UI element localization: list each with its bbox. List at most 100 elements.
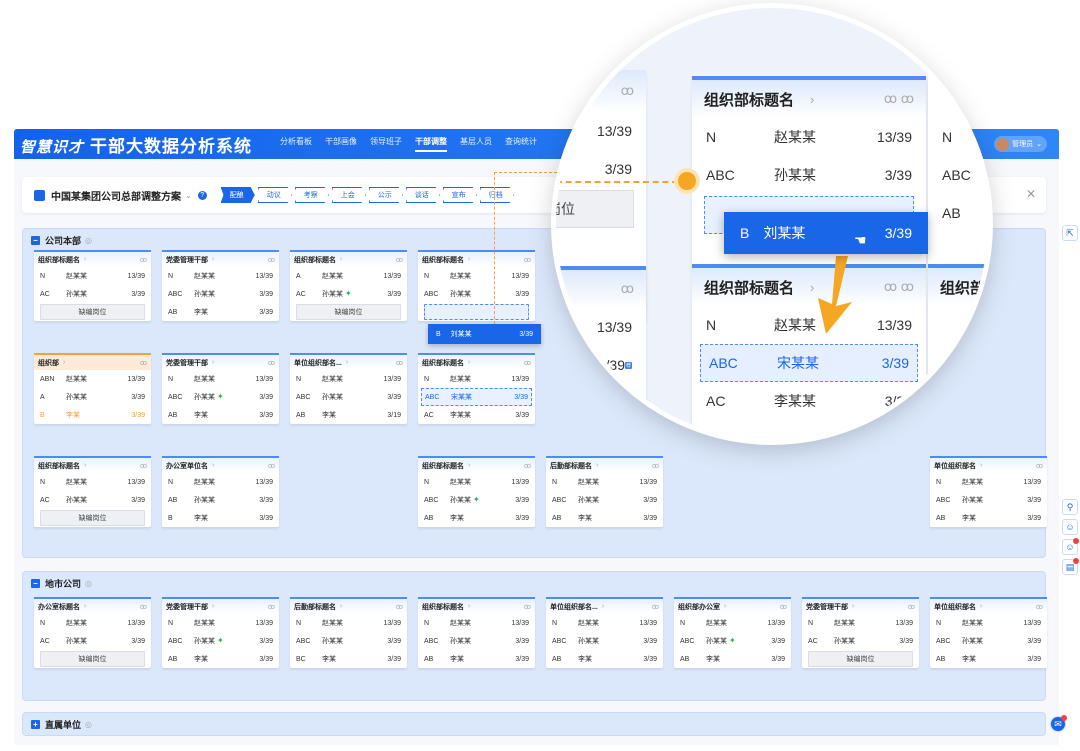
org-card[interactable]: 组织部标题名 › ꝏ N 赵某某 13/39 ABC 孙某某 ✦ 3/39 AB 李某 3/39 bbox=[418, 456, 535, 527]
list-item[interactable]: AC 孙某某 3/39 bbox=[802, 632, 919, 650]
vacancy-slot[interactable]: 缺编岗位 bbox=[808, 651, 913, 667]
step-item[interactable]: 公示 bbox=[368, 187, 403, 203]
step-item[interactable]: 归档 bbox=[479, 187, 514, 203]
document-alert-icon[interactable]: ▤ bbox=[1062, 558, 1079, 575]
nav-item[interactable]: 干部画像 bbox=[325, 136, 357, 152]
list-item[interactable]: ABC 孙某某 ✦ 3/39 bbox=[674, 632, 791, 650]
chat-icon[interactable]: ✉ bbox=[1050, 715, 1067, 732]
vacancy-slot[interactable]: 缺编岗位 bbox=[296, 304, 401, 320]
collapse-icon[interactable]: − bbox=[31, 578, 40, 588]
step-item[interactable]: 谈话 bbox=[405, 187, 440, 203]
person-icon[interactable]: ꝏ bbox=[780, 603, 787, 611]
chevron-right-icon[interactable]: › bbox=[212, 359, 214, 366]
drop-slot[interactable] bbox=[424, 304, 529, 320]
list-item[interactable]: ABN 赵某某 13/39 bbox=[34, 370, 151, 388]
chevron-right-icon[interactable]: › bbox=[84, 462, 86, 469]
list-item[interactable]: N 赵某某 13/39 bbox=[802, 614, 919, 632]
vacancy-slot[interactable]: 缺编岗位 bbox=[40, 304, 145, 320]
chevron-down-icon[interactable]: ⌄ bbox=[185, 191, 192, 200]
list-item[interactable]: N 赵某某 13/39 bbox=[418, 614, 535, 632]
org-card[interactable]: 党委管理干部 › ꝏ N 赵某某 13/39 ABC 孙某某 ✦ 3/39 AB 李某 3/39 bbox=[162, 597, 279, 668]
list-item[interactable]: N 赵某某 13/39 bbox=[290, 370, 407, 388]
step-item[interactable]: 宣布 bbox=[442, 187, 477, 203]
chevron-right-icon[interactable]: › bbox=[980, 462, 982, 469]
list-item[interactable]: ABC 孙某某 3/39 bbox=[546, 491, 663, 509]
org-card[interactable]: 后勤部标题名 › ꝏ N 赵某某 13/39 ABC 孙某某 3/39 BC 李某 3/39 bbox=[290, 597, 407, 668]
chevron-right-icon[interactable]: › bbox=[468, 256, 470, 263]
org-card[interactable]: 单位组织部名 › ꝏ N 赵某某 13/39 ABC 孙某某 3/39 AB 李某 3/39 bbox=[930, 456, 1047, 527]
org-card[interactable]: 党委管理干部 › ꝏ N 赵某某 13/39 ABC 孙某某 3/39 AB 李某 3/39 bbox=[162, 250, 279, 321]
list-item[interactable]: AB 孙某某 3/39 bbox=[162, 491, 279, 509]
list-item[interactable]: N 赵某某 13/39 bbox=[162, 267, 279, 285]
list-item[interactable]: N 赵某某 13/39 bbox=[674, 614, 791, 632]
chevron-right-icon[interactable]: › bbox=[596, 462, 598, 469]
help-icon[interactable]: ? bbox=[197, 190, 207, 200]
person-icon[interactable]: ☺ bbox=[1062, 519, 1078, 535]
org-card[interactable]: 后勤部标题名 › ꝏ N 赵某某 13/39 ABC 孙某某 3/39 AB 李某 3/39 bbox=[546, 456, 663, 527]
person-icon[interactable]: ꝏ bbox=[140, 603, 147, 611]
list-item[interactable]: N 赵某某 13/39 bbox=[418, 267, 535, 285]
nav-item[interactable]: 基层人员 bbox=[460, 136, 492, 152]
list-item[interactable]: BC 李某 3/39 bbox=[290, 650, 407, 668]
person-icon[interactable]: ꝏ bbox=[140, 462, 147, 470]
chevron-right-icon[interactable]: › bbox=[84, 256, 86, 263]
list-item[interactable]: ABC 孙某某 3/39 bbox=[930, 632, 1047, 650]
eye-icon[interactable]: ◎ bbox=[85, 236, 92, 245]
collapse-icon[interactable]: − bbox=[31, 235, 40, 245]
chevron-right-icon[interactable]: › bbox=[212, 603, 214, 610]
list-item[interactable]: ABC 宋某某 3/39 bbox=[421, 388, 532, 406]
list-item[interactable]: ABC 孙某某 3/39 bbox=[418, 285, 535, 303]
list-item[interactable]: A 赵某某 13/39 bbox=[290, 267, 407, 285]
nav-item[interactable]: 领导班子 bbox=[370, 136, 402, 152]
chevron-right-icon[interactable]: › bbox=[63, 359, 65, 366]
nav-item[interactable]: 干部调整 bbox=[415, 136, 448, 152]
list-item[interactable]: N 赵某某 13/39 bbox=[162, 614, 279, 632]
list-item[interactable]: AB 李某 3/39 bbox=[418, 650, 535, 668]
list-item[interactable]: AC 李某某 3/39 bbox=[418, 406, 535, 424]
person-alert-icon[interactable]: ☺ bbox=[1062, 538, 1079, 555]
org-chart-icon[interactable]: ⚲ bbox=[1062, 499, 1078, 515]
person-icon[interactable]: ꝏ bbox=[524, 462, 531, 470]
person-icon[interactable]: ꝏ bbox=[268, 359, 275, 367]
org-card[interactable]: 组织部标题名 › ꝏ N 赵某某 13/39 AC 孙某某 3/39 缺编岗位 bbox=[34, 456, 151, 527]
chevron-right-icon[interactable]: › bbox=[346, 359, 348, 366]
chevron-right-icon[interactable]: › bbox=[468, 359, 470, 366]
export-icon[interactable]: ⇱ bbox=[1062, 225, 1078, 241]
chevron-right-icon[interactable]: › bbox=[212, 256, 214, 263]
chevron-right-icon[interactable]: › bbox=[340, 256, 342, 263]
org-card[interactable]: 单位组织部名... › ꝏ N 赵某某 13/39 ABC 孙某某 3/39 AB 李某 3/39 bbox=[546, 597, 663, 668]
list-item[interactable]: ABC 孙某某 ✦ 3/39 bbox=[162, 632, 279, 650]
list-item[interactable]: AB 李某 3/39 bbox=[546, 509, 663, 527]
org-card[interactable]: 办公室单位名 › ꝏ N 赵某某 13/39 AB 孙某某 3/39 B 李某 3/39 bbox=[162, 456, 279, 527]
vacancy-slot[interactable]: 缺编岗位 bbox=[40, 651, 145, 667]
step-item[interactable]: 上会 bbox=[331, 187, 366, 203]
chevron-right-icon[interactable]: › bbox=[468, 462, 470, 469]
person-icon[interactable]: ꝏ bbox=[652, 603, 659, 611]
list-item[interactable]: ABC 孙某某 ✦ 3/39 bbox=[162, 388, 279, 406]
list-item[interactable]: N 赵某某 13/39 bbox=[418, 473, 535, 491]
expand-icon[interactable]: + bbox=[31, 719, 40, 729]
org-card[interactable]: 党委管理干部 › ꝏ N 赵某某 13/39 ABC 孙某某 ✦ 3/39 AB 李某 3/39 bbox=[162, 353, 279, 424]
list-item[interactable]: AB 李某 3/39 bbox=[162, 650, 279, 668]
chevron-right-icon[interactable]: › bbox=[84, 603, 86, 610]
plan-title[interactable]: 中国某集团公司总部调整方案 bbox=[51, 188, 181, 203]
list-item[interactable]: ABC 孙某某 3/39 bbox=[290, 388, 407, 406]
list-item[interactable]: ABC 孙某某 ✦ 3/39 bbox=[418, 491, 535, 509]
person-icon[interactable]: ꝏ bbox=[1036, 462, 1043, 470]
step-item[interactable]: 动议 bbox=[257, 187, 292, 203]
zoom-dragging-item[interactable]: B 刘某某 3/39 ☚ bbox=[724, 212, 928, 254]
org-card[interactable]: 组织部办公室 › ꝏ N 赵某某 13/39 ABC 孙某某 ✦ 3/39 AB 李某 3/39 bbox=[674, 597, 791, 668]
list-item[interactable]: AC 孙某某 3/39 bbox=[34, 491, 151, 509]
org-card[interactable]: 组织部标题名 › ꝏ N 赵某某 13/39 ABC 孙某某 3/39 AB 李某 3/39 bbox=[418, 597, 535, 668]
list-item[interactable]: N 赵某某 13/39 bbox=[162, 473, 279, 491]
eye-icon[interactable]: ◎ bbox=[85, 579, 92, 588]
eye-icon[interactable]: ◎ bbox=[85, 720, 92, 729]
chevron-right-icon[interactable]: › bbox=[724, 603, 726, 610]
dragging-item[interactable]: B 刘某某 3/39 bbox=[428, 324, 541, 344]
person-icon[interactable]: ꝏ bbox=[396, 359, 403, 367]
list-item[interactable]: AB 李某 3/39 bbox=[162, 406, 279, 424]
org-card[interactable]: 单位组织部名... › ꝏ N 赵某某 13/39 ABC 孙某某 3/39 AB 李某 3/19 bbox=[290, 353, 407, 424]
list-item[interactable]: N 赵某某 13/39 bbox=[34, 473, 151, 491]
list-item[interactable]: N 赵某某 13/39 bbox=[290, 614, 407, 632]
close-icon[interactable]: ✕ bbox=[1026, 187, 1036, 201]
